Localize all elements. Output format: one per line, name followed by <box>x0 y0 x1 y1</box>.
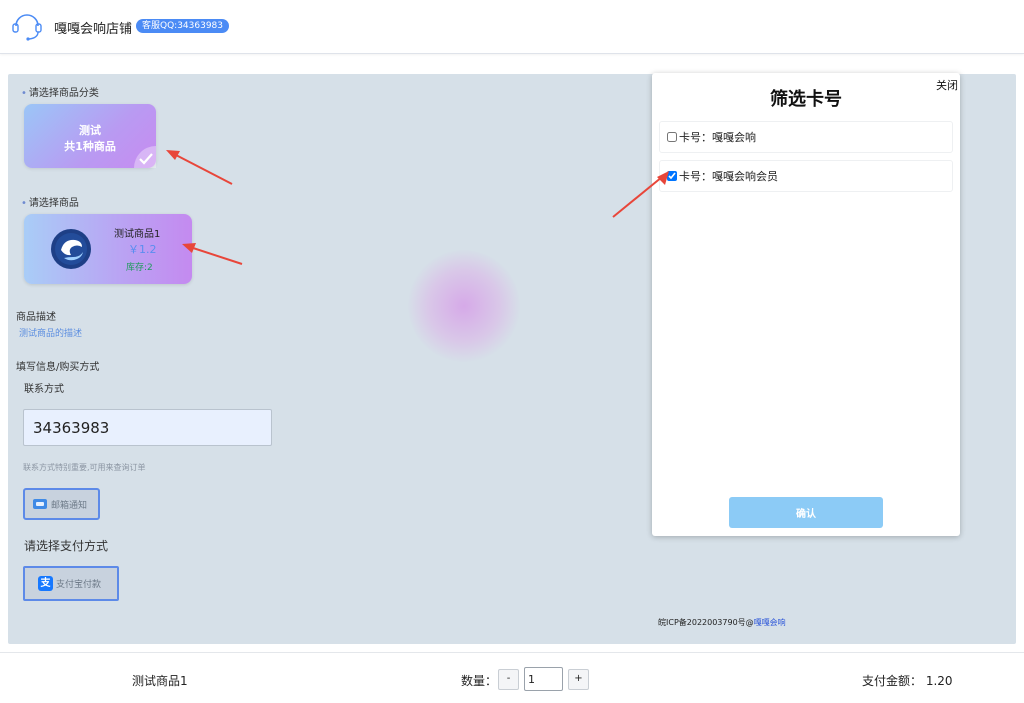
modal-title: 筛选卡号 <box>770 89 842 110</box>
category-card-test[interactable]: 测试 共1种商品 <box>24 104 156 168</box>
payment-title: 请选择支付方式 <box>24 539 109 553</box>
alipay-icon: 支 <box>38 576 53 591</box>
close-button[interactable]: 关闭 <box>936 77 958 93</box>
card-option-1-label: 卡号：嘎嘎会响 <box>679 131 756 144</box>
card-filter-modal: 筛选卡号 关闭 卡号：嘎嘎会响 卡号：嘎嘎会响会员 确认 <box>652 73 960 536</box>
email-notify-button[interactable]: 邮箱通知 <box>23 488 100 520</box>
card-option-2[interactable]: 卡号：嘎嘎会响会员 <box>659 160 953 192</box>
contact-tip: 联系方式特别重要,可用来查询订单 <box>23 463 146 472</box>
card-option-2-label: 卡号：嘎嘎会响会员 <box>679 170 778 183</box>
product-stock: 库存:2 <box>126 263 153 273</box>
alipay-label: 支付宝付款 <box>56 580 102 590</box>
customer-service-qq-badge[interactable]: 客服QQ:34363983 <box>136 19 230 33</box>
header: 嘎嘎会响店铺 客服QQ:34363983 <box>0 0 1024 54</box>
description-text: 测试商品的描述 <box>19 329 83 339</box>
selected-check-icon <box>134 146 156 168</box>
order-footer: 测试商品1 数量： - + 支付金额： 1.20 <box>0 652 1024 703</box>
contact-title: 联系方式 <box>24 384 64 395</box>
shop-name: 嘎嘎会响店铺 <box>54 22 133 37</box>
customer-service-headset-icon <box>12 14 42 41</box>
product-price: ￥1.2 <box>128 243 157 256</box>
product-name: 测试商品1 <box>114 229 161 240</box>
product-card-test-1[interactable]: 测试商品1 ￥1.2 库存:2 <box>24 214 192 284</box>
glow-decoration <box>408 250 520 362</box>
card-option-2-checkbox[interactable] <box>667 171 677 181</box>
product-section-label: • 请选择商品 <box>21 198 79 209</box>
icp-link[interactable]: 嘎嘎会响 <box>754 618 786 627</box>
icp-text: 皖ICP备2022003790号@ <box>658 618 754 627</box>
quantity-decrease-button[interactable]: - <box>498 669 519 690</box>
dragon-logo-icon <box>51 229 91 269</box>
quantity-label: 数量： <box>461 674 498 688</box>
category-section-label: • 请选择商品分类 <box>21 88 99 99</box>
footer-product-name: 测试商品1 <box>132 674 188 688</box>
category-name: 测试 <box>79 124 101 137</box>
description-title: 商品描述 <box>16 312 56 323</box>
fill-info-title: 填写信息/购买方式 <box>16 362 100 373</box>
alipay-button[interactable]: 支 支付宝付款 <box>23 566 119 601</box>
card-option-1-checkbox[interactable] <box>667 132 677 142</box>
confirm-button[interactable]: 确认 <box>729 497 883 528</box>
payment-total: 支付金额： 1.20 <box>862 674 953 688</box>
quantity-input[interactable] <box>524 667 563 691</box>
contact-input[interactable] <box>23 409 272 446</box>
quantity-increase-button[interactable]: + <box>568 669 589 690</box>
card-option-1[interactable]: 卡号：嘎嘎会响 <box>659 121 953 153</box>
email-notify-label: 邮箱通知 <box>51 500 88 511</box>
icp-footer: 皖ICP备2022003790号@嘎嘎会响 <box>658 617 786 628</box>
email-icon <box>33 499 47 509</box>
